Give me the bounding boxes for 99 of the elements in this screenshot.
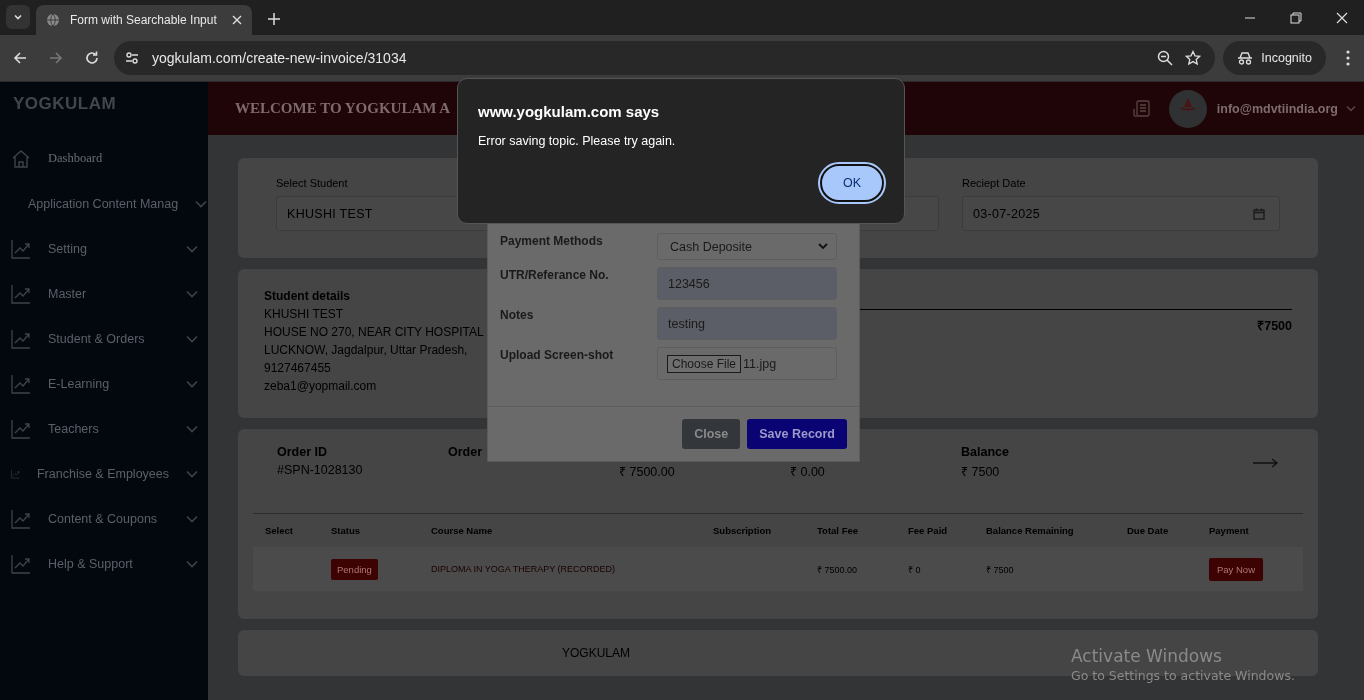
alert-message: Error saving topic. Please try again.: [478, 134, 677, 148]
sidebar-item[interactable]: Master: [0, 271, 208, 316]
trend-chart-icon: [11, 373, 31, 394]
summary-value: ₹ 7500: [961, 464, 1001, 480]
summary-value: #SPN-1028130: [277, 463, 364, 478]
input-field[interactable]: 123456: [657, 267, 837, 300]
choose-file-button[interactable]: Choose File: [667, 354, 742, 373]
table-cell: ₹ 7500.00: [817, 564, 858, 575]
column-header: Fee Paid: [908, 525, 949, 536]
home-icon: [11, 148, 31, 169]
address-bar[interactable]: yogkulam.com/create-new-invoice/31034: [114, 41, 1216, 75]
browser-tab[interactable]: Form with Searchable Input: [36, 5, 252, 35]
column-header: Status: [331, 525, 362, 536]
total-amount: ₹7500: [1257, 318, 1292, 334]
sidebar-item[interactable]: Franchise & Employees: [0, 451, 208, 496]
student-detail-text: LUCKNOW, Jagdalpur, Uttar Pradesh,: [264, 342, 468, 359]
table-cell: ₹ 7500: [986, 564, 1014, 575]
payment-method-dropdown[interactable]: Cash Deposite: [657, 233, 837, 260]
tab-title: Form with Searchable Input: [70, 13, 218, 27]
column-header: Payment: [1209, 525, 1250, 536]
zoom-icon[interactable]: [1157, 50, 1174, 66]
incognito-chip[interactable]: Incognito: [1223, 41, 1326, 75]
column-header: Balance Remaining: [986, 525, 1075, 536]
field-label: Reciept Date: [962, 177, 1027, 190]
close-icon[interactable]: [232, 15, 242, 25]
close-icon[interactable]: [1336, 11, 1348, 24]
summary-label: Order: [448, 445, 484, 460]
column-header: Select: [265, 525, 294, 536]
sidebar-item[interactable]: Setting: [0, 226, 208, 271]
reload-icon[interactable]: [84, 50, 100, 66]
date-field[interactable]: 03-07-2025: [962, 196, 1280, 231]
chevron-down-icon: [818, 243, 828, 250]
chevron-down-icon: [186, 379, 198, 388]
alert-title: www.yogkulam.com says: [478, 103, 661, 120]
close-button[interactable]: Close: [682, 419, 741, 449]
restore-icon[interactable]: [1290, 11, 1302, 24]
chevron-down-icon: [186, 469, 198, 478]
save-button[interactable]: Save Record: [747, 419, 847, 449]
chevron-down-icon: [186, 334, 198, 343]
menu-icon[interactable]: [1346, 50, 1350, 66]
chevron-down-icon: [186, 559, 198, 568]
student-detail-text: zeba1@yopmail.com: [264, 378, 377, 395]
field-label: Upload Screen-shot: [500, 347, 614, 364]
sidebar-item[interactable]: Teachers: [0, 406, 208, 451]
star-icon[interactable]: [1185, 50, 1202, 66]
student-detail-text: KHUSHI TEST: [264, 306, 344, 323]
user-email[interactable]: info@mdvtiindia.org: [1216, 101, 1338, 116]
tab-search-button[interactable]: [6, 5, 30, 29]
column-header: Subscription: [713, 525, 773, 536]
field-label: UTR/Referance No.: [500, 267, 609, 284]
column-header: Total Fee: [817, 525, 859, 536]
column-header: Due Date: [1127, 525, 1170, 536]
trend-chart-icon: [11, 238, 31, 259]
table-cell: ₹ 0: [908, 564, 921, 575]
table-cell: DIPLOMA IN YOGA THERAPY (RECORDED): [431, 564, 616, 574]
summary-value: ₹ 0.00: [790, 464, 826, 480]
activation-notice-title: Activate Windows: [1071, 646, 1223, 666]
footer-brand-text: YOGKULAM: [562, 646, 630, 660]
input-field[interactable]: testing: [657, 307, 837, 340]
brand-logo-text: YOGKULAM: [12, 94, 118, 114]
trend-chart-icon: [11, 328, 31, 349]
chevron-down-icon: [186, 424, 198, 433]
file-name: 11.jpg: [743, 356, 777, 371]
chevron-down-icon: [195, 199, 208, 208]
sidebar-item[interactable]: Content & Coupons: [0, 496, 208, 541]
column-header: Course Name: [431, 525, 494, 536]
section-title: Student details: [264, 288, 350, 305]
summary-label: Order ID: [277, 445, 328, 460]
activation-notice-text: Go to Settings to activate Windows.: [1071, 668, 1295, 683]
trend-chart-icon: [11, 508, 31, 529]
new-tab-icon[interactable]: [268, 13, 280, 25]
chevron-down-icon: [186, 514, 198, 523]
sidebar-item[interactable]: Help & Support: [0, 541, 208, 586]
sidebar-item[interactable]: Application Content Manag: [0, 181, 208, 226]
student-detail-text: HOUSE NO 270, NEAR CITY HOSPITAL: [264, 324, 484, 341]
pay-now-button[interactable]: Pay Now: [1209, 557, 1263, 581]
field-label: Select Student: [276, 177, 349, 190]
chevron-down-icon: [13, 12, 23, 22]
field-label: Payment Methods: [500, 233, 603, 250]
trend-chart-icon: [11, 283, 31, 304]
trend-chart-icon: [11, 418, 31, 439]
summary-value: ₹ 7500.00: [619, 464, 676, 480]
student-detail-text: 9127467455: [264, 360, 331, 377]
globe-icon: [46, 13, 60, 27]
summary-label: Balance: [961, 445, 1010, 460]
sidebar-item[interactable]: E-Learning: [0, 361, 208, 406]
chevron-down-icon: [186, 244, 198, 253]
sidebar-item[interactable]: Student & Orders: [0, 316, 208, 361]
sidebar-item[interactable]: Dashboard: [0, 136, 208, 181]
site-settings-icon[interactable]: [124, 50, 140, 66]
back-arrow-icon[interactable]: [12, 50, 28, 66]
url-text: yogkulam.com/create-new-invoice/31034: [152, 50, 407, 66]
incognito-icon: [1237, 51, 1254, 65]
welcome-title: WELCOME TO YOGKULAM A: [235, 100, 451, 117]
chevron-down-icon: [186, 289, 198, 298]
trend-chart-icon: [11, 553, 31, 574]
ok-button[interactable]: OK: [820, 164, 884, 202]
status-badge: Pending: [331, 558, 378, 580]
field-label: Notes: [500, 307, 534, 324]
